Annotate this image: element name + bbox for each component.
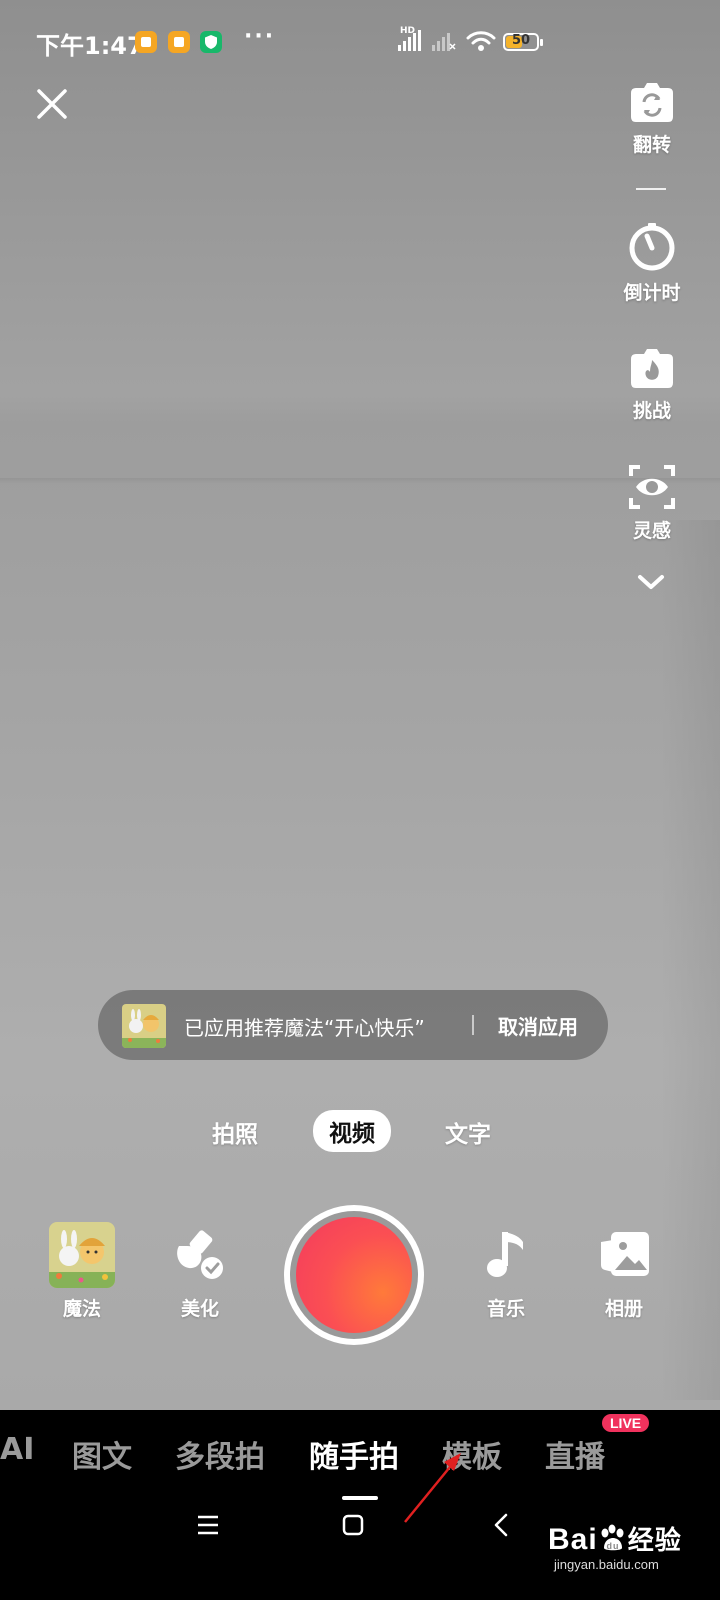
mode-tab-video[interactable]: 视频	[313, 1110, 391, 1152]
inspiration-button[interactable]: 灵感	[612, 464, 692, 543]
music-note-icon	[487, 1232, 523, 1277]
home-icon	[342, 1514, 364, 1536]
rail-divider	[636, 188, 666, 190]
toast-message: 已应用推荐魔法“开心快乐”	[184, 1016, 425, 1040]
status-time: 下午1:47	[36, 32, 144, 60]
baidu-jingyan-watermark: Bai du 经验 jingyan.baidu.com	[548, 1520, 682, 1572]
nav-item-live[interactable]: 直播	[545, 1432, 605, 1476]
nav-item-image-text[interactable]: 图文	[72, 1432, 132, 1476]
timer-label: 倒计时	[623, 282, 681, 304]
menu-icon	[198, 1515, 218, 1535]
status-bar: 下午1:47 ··· HD 50	[0, 0, 720, 86]
watermark-url: jingyan.baidu.com	[554, 1557, 659, 1572]
svg-text:du: du	[606, 1541, 619, 1551]
watermark-brand-cn: 经验	[627, 1525, 682, 1555]
music-label: 音乐	[486, 1298, 525, 1320]
baidu-paw-icon: du	[601, 1524, 624, 1551]
album-label: 相册	[604, 1298, 643, 1320]
active-tab-indicator	[342, 1496, 378, 1500]
nav-item-template[interactable]: 模板	[442, 1432, 502, 1476]
cancel-apply-button[interactable]: 取消应用	[498, 1011, 578, 1040]
magic-thumbnail	[49, 1222, 115, 1288]
flip-camera-button[interactable]: 翻转	[612, 80, 692, 157]
nav-item-casual-shoot[interactable]: 随手拍	[309, 1432, 399, 1476]
nav-item-multi-segment[interactable]: 多段拍	[175, 1432, 265, 1476]
toast-divider	[472, 1015, 474, 1035]
mode-tab-text[interactable]: 文字	[445, 1115, 491, 1149]
album-gallery-icon	[601, 1232, 649, 1276]
close-icon	[37, 89, 67, 119]
notification-app-icon	[135, 31, 157, 53]
nav-item-ai[interactable]: AI	[0, 1432, 34, 1467]
record-button-core	[296, 1217, 412, 1333]
more-notifications-icon: ···	[244, 24, 276, 49]
challenge-button[interactable]: 挑战	[612, 346, 692, 423]
beautify-icon	[177, 1230, 223, 1279]
magic-button[interactable]: 魔法	[32, 1222, 132, 1321]
flip-label: 翻转	[632, 134, 671, 156]
chevron-down-icon	[638, 575, 664, 589]
back-chevron-icon	[494, 1513, 508, 1537]
notification-app-icon	[168, 31, 190, 53]
system-menu-button[interactable]	[196, 1514, 220, 1540]
music-button[interactable]: 音乐	[456, 1222, 556, 1321]
system-back-button[interactable]	[491, 1512, 511, 1542]
challenge-label: 挑战	[632, 400, 671, 422]
flip-camera-icon	[631, 83, 673, 122]
album-button[interactable]: 相册	[574, 1222, 674, 1321]
challenge-flame-icon	[631, 349, 673, 388]
close-button[interactable]	[30, 82, 74, 126]
security-shield-icon	[200, 31, 222, 53]
wifi-icon	[466, 31, 496, 51]
camera-preview[interactable]	[0, 0, 720, 1410]
system-home-button[interactable]	[341, 1513, 365, 1541]
signal-strength-icon	[398, 30, 421, 51]
beautify-button[interactable]: 美化	[150, 1222, 250, 1321]
live-badge: LIVE	[602, 1414, 650, 1432]
signal-weak-icon	[432, 33, 456, 51]
record-button[interactable]	[284, 1205, 424, 1345]
mode-tab-photo[interactable]: 拍照	[212, 1115, 258, 1149]
watermark-brand: Bai	[548, 1523, 598, 1556]
inspiration-label: 灵感	[632, 520, 671, 542]
magic-label: 魔法	[62, 1298, 101, 1320]
timer-button[interactable]: 倒计时	[612, 222, 692, 305]
beautify-label: 美化	[180, 1298, 219, 1320]
battery-icon: 50	[503, 33, 543, 51]
timer-icon	[629, 223, 675, 271]
battery-level: 50	[511, 33, 531, 48]
magic-effect-thumbnail	[122, 1004, 166, 1048]
inspiration-eye-icon	[629, 465, 675, 509]
expand-rail-button[interactable]	[636, 572, 666, 596]
magic-applied-toast: 已应用推荐魔法“开心快乐” 取消应用	[98, 990, 608, 1060]
